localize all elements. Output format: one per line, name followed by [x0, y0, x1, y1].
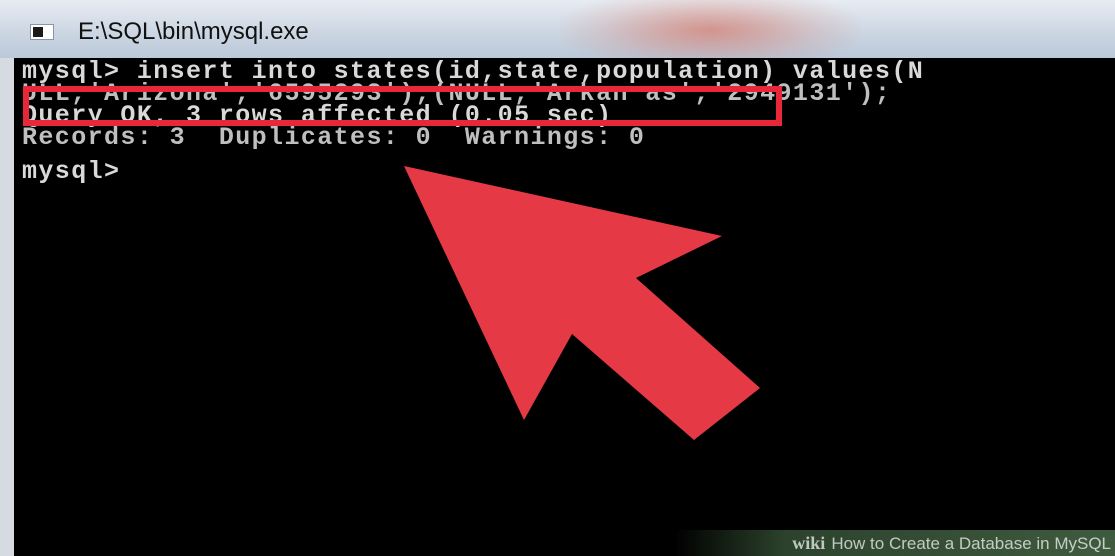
red-pointer-arrow-icon: [404, 166, 760, 440]
console-app-icon: [30, 24, 54, 40]
window-title: E:\SQL\bin\mysql.exe: [78, 18, 309, 45]
console-prompt[interactable]: mysql>: [22, 159, 120, 184]
watermark-caption: How to Create a Database in MySQL: [831, 534, 1111, 553]
console-output[interactable]: mysql> insert into states(id,state,popul…: [14, 58, 1115, 556]
wikihow-watermark: wiki How to Create a Database in MySQL: [675, 530, 1115, 556]
query-ok-highlight-box: [23, 86, 782, 126]
window-titlebar[interactable]: E:\SQL\bin\mysql.exe: [0, 0, 1115, 58]
wikihow-logo: wiki: [792, 533, 826, 553]
screenshot-frame: E:\SQL\bin\mysql.exe mysql> insert into …: [0, 0, 1115, 556]
console-line-records: Records: 3 Duplicates: 0 Warnings: 0: [22, 123, 646, 152]
